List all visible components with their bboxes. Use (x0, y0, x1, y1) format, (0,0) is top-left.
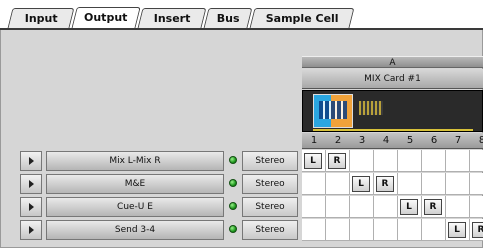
routing-cell[interactable] (422, 150, 446, 172)
routing-cell[interactable] (398, 173, 422, 195)
tab-sample-cell[interactable]: Sample Cell (249, 8, 355, 28)
expand-arrow-icon[interactable] (20, 174, 42, 194)
format-button[interactable]: Stereo (242, 174, 298, 194)
routing-cell[interactable] (446, 150, 470, 172)
tab-bar: Input Output Insert Bus Sample Cell (0, 0, 483, 30)
output-row: Send 3-4 Stereo L R (20, 219, 483, 241)
active-led-icon[interactable] (229, 156, 237, 164)
routing-cell[interactable] (326, 219, 350, 241)
card-image (302, 90, 483, 132)
routing-cell[interactable] (374, 219, 398, 241)
routing-cell[interactable] (398, 150, 422, 172)
card-name: MIX Card #1 (302, 69, 483, 89)
tab-divider (0, 28, 483, 30)
routing-cell[interactable] (326, 196, 350, 218)
left-channel-assignment[interactable]: L (400, 199, 418, 215)
column-number: 7 (454, 135, 462, 146)
routing-cell[interactable] (422, 219, 446, 241)
format-button[interactable]: Stereo (242, 220, 298, 240)
right-channel-assignment[interactable]: R (328, 153, 346, 169)
right-channel-assignment[interactable]: R (472, 222, 483, 238)
routing-cell[interactable] (374, 196, 398, 218)
output-name-button[interactable]: M&E (46, 174, 224, 194)
column-header: 1 2 3 4 5 6 7 8 (302, 133, 483, 149)
active-led-icon[interactable] (229, 179, 237, 187)
left-channel-assignment[interactable]: L (448, 222, 466, 238)
routing-grid-row: LR (302, 173, 483, 195)
output-row: Cue-U E Stereo L R (20, 196, 483, 218)
routing-grid-row: LR (302, 219, 483, 241)
right-channel-assignment[interactable]: R (376, 176, 394, 192)
card-letter: A (302, 56, 483, 68)
routing-cell[interactable] (470, 150, 483, 172)
routing-cell[interactable] (350, 196, 374, 218)
routing-grid-row: LR (302, 196, 483, 218)
column-number: 8 (478, 135, 483, 146)
routing-cell[interactable] (374, 150, 398, 172)
column-number: 3 (358, 135, 366, 146)
routing-cell[interactable] (470, 173, 483, 195)
column-number: 1 (310, 135, 318, 146)
format-button[interactable]: Stereo (242, 151, 298, 171)
routing-cell[interactable] (446, 173, 470, 195)
card-chip-icon (359, 101, 383, 115)
routing-cell[interactable] (302, 196, 326, 218)
tab-insert[interactable]: Insert (137, 8, 207, 28)
output-name-button[interactable]: Cue-U E (46, 197, 224, 217)
output-row: M&E Stereo L R (20, 173, 483, 195)
tab-output[interactable]: Output (71, 7, 141, 29)
expand-arrow-icon[interactable] (20, 197, 42, 217)
card-logo-icon (313, 94, 353, 128)
output-row: Mix L-Mix R Stereo L R (20, 150, 483, 172)
format-button[interactable]: Stereo (242, 197, 298, 217)
routing-cell[interactable] (446, 196, 470, 218)
routing-cell[interactable] (350, 219, 374, 241)
left-channel-assignment[interactable]: L (304, 153, 322, 169)
tab-input[interactable]: Input (7, 8, 75, 28)
output-name-button[interactable]: Send 3-4 (46, 220, 224, 240)
expand-arrow-icon[interactable] (20, 220, 42, 240)
column-number: 4 (382, 135, 390, 146)
output-name-button[interactable]: Mix L-Mix R (46, 151, 224, 171)
active-led-icon[interactable] (229, 202, 237, 210)
routing-cell[interactable] (326, 173, 350, 195)
routing-cell[interactable] (422, 173, 446, 195)
routing-cell[interactable] (470, 196, 483, 218)
active-led-icon[interactable] (229, 225, 237, 233)
column-number: 5 (406, 135, 414, 146)
expand-arrow-icon[interactable] (20, 151, 42, 171)
tab-bus[interactable]: Bus (203, 8, 253, 28)
column-number: 6 (430, 135, 438, 146)
right-channel-assignment[interactable]: R (424, 199, 442, 215)
routing-cell[interactable] (302, 173, 326, 195)
routing-grid-row: LR (302, 150, 483, 172)
routing-cell[interactable] (350, 150, 374, 172)
card-stripe (313, 129, 473, 131)
left-channel-assignment[interactable]: L (352, 176, 370, 192)
column-number: 2 (334, 135, 342, 146)
routing-cell[interactable] (398, 219, 422, 241)
routing-cell[interactable] (302, 219, 326, 241)
